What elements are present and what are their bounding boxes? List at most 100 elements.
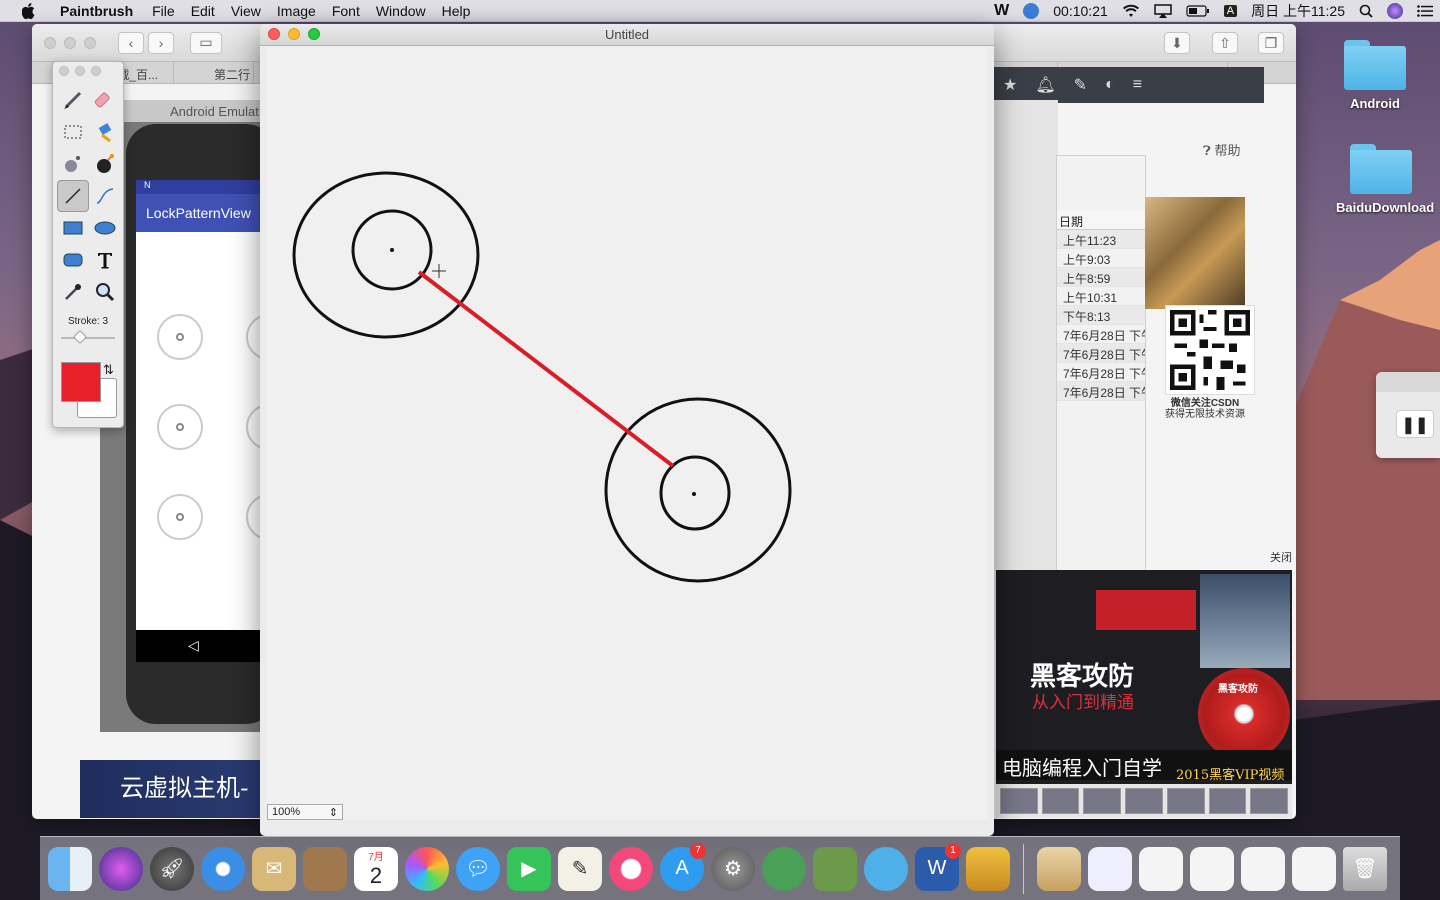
- menubar-datetime[interactable]: 周日 上午11:25: [1244, 0, 1352, 22]
- star-icon[interactable]: ★: [1003, 75, 1017, 95]
- menu-font[interactable]: Font: [324, 3, 368, 19]
- list-item[interactable]: 下午8:13: [1057, 306, 1145, 325]
- curve-tool-icon[interactable]: [89, 180, 121, 212]
- csdn-logo-icon[interactable]: ◐: [1105, 76, 1115, 94]
- minimize-button[interactable]: [288, 28, 300, 40]
- menu-image[interactable]: Image: [269, 3, 324, 19]
- airplay-icon[interactable]: [1147, 0, 1179, 22]
- siri-icon[interactable]: [1380, 0, 1410, 22]
- screen-recorder-icon[interactable]: [1016, 0, 1046, 22]
- menu-view[interactable]: View: [223, 3, 269, 19]
- list-item[interactable]: 7年6月28日 下午: [1057, 382, 1145, 401]
- wifi-icon[interactable]: [1115, 0, 1147, 22]
- menu-edit[interactable]: Edit: [183, 3, 223, 19]
- hotel-ad-image[interactable]: [1145, 197, 1245, 309]
- android-back-button[interactable]: ◁: [136, 630, 260, 662]
- download-stack-icon[interactable]: [1088, 846, 1132, 891]
- paintbrush-dock-icon[interactable]: [966, 846, 1010, 891]
- pattern-dot[interactable]: [157, 314, 203, 360]
- document-thumbnail-icon[interactable]: [1190, 846, 1234, 891]
- sidebar-icon[interactable]: ▭: [190, 31, 222, 54]
- share-icon[interactable]: ⇧: [1212, 32, 1238, 54]
- evernote-icon[interactable]: [813, 846, 857, 891]
- browser-tab[interactable]: 第二行: [204, 62, 254, 83]
- forward-icon[interactable]: ›: [148, 31, 174, 54]
- wps-status-icon[interactable]: W: [987, 0, 1016, 22]
- ellipse-tool-icon[interactable]: [89, 212, 121, 244]
- browser-window-controls[interactable]: [44, 36, 96, 49]
- list-item[interactable]: 上午9:03: [1057, 249, 1145, 268]
- launchpad-icon[interactable]: 🚀︎: [150, 846, 194, 891]
- calendar-icon[interactable]: 7月 2: [354, 846, 398, 891]
- zoom-button[interactable]: [308, 28, 320, 40]
- list-item[interactable]: 上午11:23: [1057, 230, 1145, 249]
- itunes-icon[interactable]: [609, 846, 653, 891]
- airbrush-tool-icon[interactable]: [57, 148, 89, 180]
- photos-icon[interactable]: [405, 846, 449, 891]
- book-ad-image[interactable]: 黑客攻防 从入门到精通 黑客攻防 电脑编程入门自学 2015黑客VIP视频教程: [996, 570, 1292, 818]
- menu-file[interactable]: File: [144, 3, 183, 19]
- stroke-slider-knob[interactable]: [72, 329, 88, 345]
- trash-icon[interactable]: 🗑︎: [1343, 846, 1387, 891]
- list-item[interactable]: 上午10:31: [1057, 287, 1145, 306]
- document-thumbnail-icon[interactable]: [1292, 846, 1336, 891]
- cloud-host-ad[interactable]: 云虚拟主机-: [80, 760, 260, 818]
- zoom-select[interactable]: 100% ⇕: [267, 804, 343, 820]
- tabs-overview-icon[interactable]: ❐: [1258, 32, 1284, 54]
- notification-center-icon[interactable]: [1410, 0, 1440, 22]
- stroke-slider[interactable]: [61, 329, 115, 345]
- facetime-icon[interactable]: ▶: [507, 846, 551, 891]
- messages-icon[interactable]: 💬︎: [456, 846, 500, 891]
- text-tool-icon[interactable]: [89, 244, 121, 276]
- eraser-tool-icon[interactable]: [89, 84, 121, 116]
- menu-help[interactable]: Help: [434, 3, 479, 19]
- menu-window[interactable]: Window: [368, 3, 434, 19]
- app-menu[interactable]: Paintbrush: [52, 3, 144, 19]
- rectangle-tool-icon[interactable]: [57, 212, 89, 244]
- spotlight-search-icon[interactable]: [1352, 0, 1380, 22]
- edit-icon[interactable]: ✎: [1074, 75, 1087, 95]
- pause-button[interactable]: ❚❚: [1396, 410, 1434, 438]
- zoom-tool-icon[interactable]: [89, 276, 121, 308]
- safari-icon[interactable]: [201, 846, 245, 891]
- selection-tool-icon[interactable]: [57, 116, 89, 148]
- eyedropper-tool-icon[interactable]: [57, 276, 89, 308]
- fill-tool-icon[interactable]: [89, 116, 121, 148]
- foreground-color-swatch[interactable]: [61, 362, 101, 402]
- pattern-dot[interactable]: [157, 494, 203, 540]
- swap-colors-icon[interactable]: ⇅: [103, 362, 114, 378]
- quicktime-icon[interactable]: [864, 846, 908, 891]
- apple-menu-icon[interactable]: [20, 2, 38, 20]
- document-thumbnail-icon[interactable]: [1241, 846, 1285, 891]
- siri-dock-icon[interactable]: [99, 846, 143, 891]
- list-item[interactable]: 7年6月28日 下午: [1057, 325, 1145, 344]
- app-store-icon[interactable]: A7: [660, 842, 706, 891]
- rounded-rectangle-tool-icon[interactable]: [57, 244, 89, 276]
- close-button[interactable]: [268, 28, 280, 40]
- palette-window-controls[interactable]: [53, 62, 123, 80]
- desktop-folder-baidudownload[interactable]: BaiduDownload: [1336, 144, 1434, 215]
- list-item[interactable]: 7年6月28日 下午: [1057, 363, 1145, 382]
- list-item[interactable]: 7年6月28日 下午: [1057, 344, 1145, 363]
- mail-icon[interactable]: ✉: [252, 846, 296, 891]
- menu-icon[interactable]: ≡: [1133, 76, 1142, 94]
- line-tool-icon[interactable]: [57, 180, 89, 212]
- back-icon[interactable]: ‹: [118, 31, 144, 54]
- pattern-dot[interactable]: [157, 404, 203, 450]
- recording-clock[interactable]: 00:10:21: [1046, 0, 1115, 22]
- paintbrush-tool-icon[interactable]: [57, 84, 89, 116]
- word-icon[interactable]: W1: [915, 842, 961, 891]
- pages-icon[interactable]: ✎: [558, 846, 602, 891]
- battery-icon[interactable]: [1179, 0, 1217, 22]
- bomb-tool-icon[interactable]: [89, 148, 121, 180]
- document-thumbnail-icon[interactable]: [1139, 846, 1183, 891]
- close-ad-button[interactable]: 关闭: [1270, 549, 1292, 565]
- bell-icon[interactable]: 🔔︎: [1035, 75, 1055, 95]
- contacts-icon[interactable]: [303, 846, 347, 891]
- pattern-dot[interactable]: [246, 404, 260, 450]
- help-link[interactable]: ❓︎ 帮助: [1203, 140, 1240, 159]
- paintbrush-document-icon[interactable]: [1037, 846, 1081, 891]
- drawing-canvas[interactable]: 100% ⇕: [267, 46, 987, 820]
- system-preferences-icon[interactable]: ⚙: [711, 846, 755, 891]
- finder-icon[interactable]: [48, 846, 92, 891]
